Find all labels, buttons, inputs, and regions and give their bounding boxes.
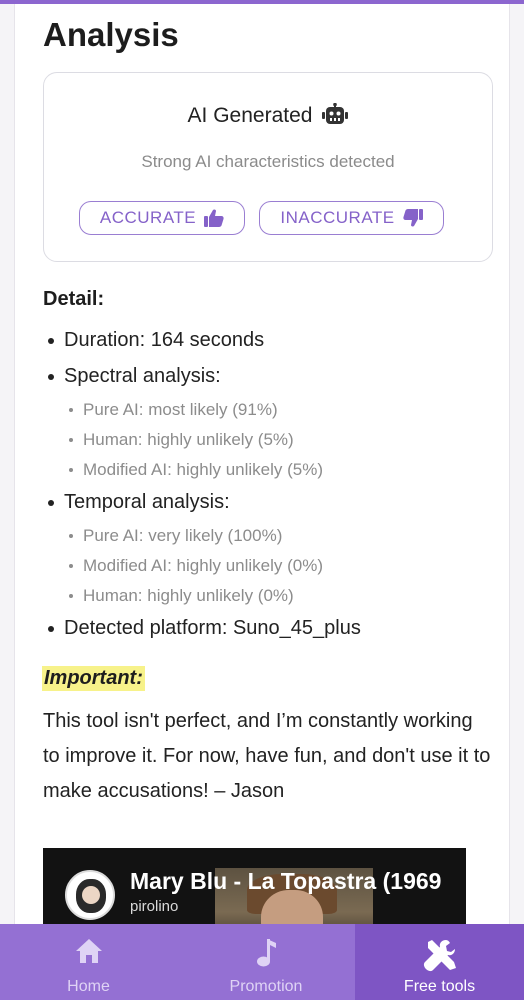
music-note-icon [257, 939, 276, 967]
result-label: AI Generated [187, 104, 313, 127]
nav-home-label: Home [67, 978, 110, 995]
spectral-pure-ai: Pure AI: most likely (91%) [43, 398, 493, 428]
detected-platform-item: Detected platform: Suno_45_plus [43, 614, 493, 650]
nav-home[interactable]: Home [0, 924, 177, 1000]
avatar-face [82, 886, 100, 904]
spectral-human: Human: highly unlikely (5%) [43, 428, 493, 458]
video-title[interactable]: Mary Blu - La Topastra (1969 [130, 868, 441, 895]
thumbs-up-icon [204, 209, 224, 227]
temporal-human: Human: highly unlikely (0%) [43, 584, 493, 614]
thumbs-down-icon [402, 209, 423, 227]
result-card: AI Generated Strong AI characteristics d… [43, 72, 493, 262]
page-content: Analysis AI Generated Strong AI characte… [14, 4, 510, 1000]
tools-icon [423, 940, 456, 972]
nav-promotion[interactable]: Promotion [177, 924, 355, 1000]
video-channel[interactable]: pirolino [130, 898, 178, 915]
detail-heading: Detail: [43, 288, 105, 310]
spectral-analysis-item: Spectral analysis: [43, 362, 493, 398]
accurate-button[interactable]: ACCURATE [79, 201, 245, 235]
temporal-modified-ai: Modified AI: highly unlikely (0%) [43, 554, 493, 584]
detail-list: Duration: 164 seconds Spectral analysis:… [43, 326, 493, 650]
nav-free-tools-label: Free tools [403, 978, 476, 995]
disclaimer-text: This tool isn't perfect, and I’m constan… [43, 710, 491, 802]
inaccurate-button-label: INACCURATE [280, 208, 395, 227]
accurate-button-label: ACCURATE [99, 208, 197, 227]
spectral-modified-ai: Modified AI: highly unlikely (5%) [43, 458, 493, 488]
nav-promotion-label: Promotion [229, 978, 303, 995]
nav-free-tools[interactable]: Free tools [355, 924, 524, 1000]
temporal-pure-ai: Pure AI: very likely (100%) [43, 524, 493, 554]
home-icon [75, 939, 102, 963]
robot-icon [322, 103, 349, 124]
bottom-navigation: Home Promotion Free tools [0, 924, 524, 1000]
channel-avatar[interactable] [65, 870, 115, 920]
result-subtitle: Strong AI characteristics detected [141, 152, 395, 171]
inaccurate-button[interactable]: INACCURATE [259, 201, 444, 235]
duration-item: Duration: 164 seconds [43, 326, 493, 362]
result-heading: AI Generated [44, 103, 492, 128]
important-label: Important: [42, 666, 145, 691]
temporal-analysis-item: Temporal analysis: [43, 488, 493, 524]
page-title: Analysis [43, 16, 179, 53]
